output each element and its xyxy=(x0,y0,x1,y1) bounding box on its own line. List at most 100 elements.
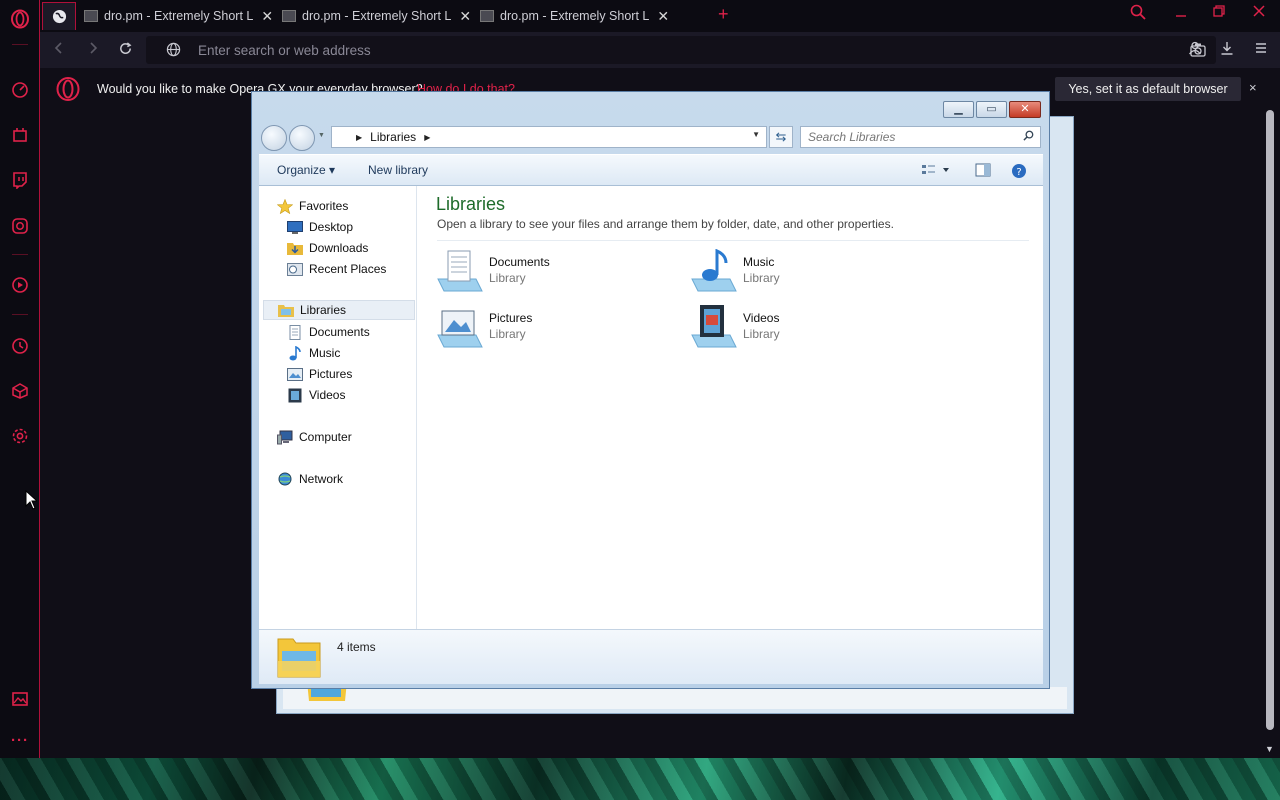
page-scrollbar[interactable]: ▼ xyxy=(1264,110,1276,758)
forward-icon[interactable] xyxy=(86,41,100,59)
tab-close-icon[interactable]: ✕ xyxy=(459,8,471,25)
address-bar xyxy=(40,32,1280,68)
help-icon[interactable]: ? xyxy=(1011,163,1027,182)
desktop-wallpaper xyxy=(0,758,1280,800)
infobar-close-icon[interactable]: × xyxy=(1249,80,1257,95)
tab-1[interactable]: dro.pm - Extremely Short L ✕ xyxy=(84,2,274,30)
search-input[interactable] xyxy=(808,130,1008,144)
back-button[interactable] xyxy=(261,125,287,151)
nav-computer[interactable]: Computer xyxy=(277,427,352,447)
address-input[interactable] xyxy=(198,42,1098,58)
tab-close-icon[interactable]: ✕ xyxy=(657,8,669,25)
gx-control-icon[interactable] xyxy=(9,79,31,101)
library-music[interactable]: Music Library xyxy=(690,248,920,299)
library-pictures[interactable]: Pictures Library xyxy=(436,305,666,355)
nav-favorites[interactable]: Favorites xyxy=(277,196,348,216)
recent-pages-dropdown-icon[interactable]: ▼ xyxy=(318,132,325,139)
library-type: Library xyxy=(489,271,526,285)
new-tab-button[interactable]: + xyxy=(718,4,729,25)
tab-search-icon[interactable] xyxy=(1130,4,1146,25)
library-type: Library xyxy=(743,271,780,285)
tab-2[interactable]: dro.pm - Extremely Short L ✕ xyxy=(282,2,472,30)
breadcrumb-chevron-icon[interactable]: ▶ xyxy=(424,133,430,142)
tab-close-icon[interactable]: ✕ xyxy=(261,8,273,25)
music-note-icon xyxy=(287,345,303,360)
nav-label: Libraries xyxy=(300,303,347,317)
twitch-icon[interactable] xyxy=(9,169,31,191)
back-icon[interactable] xyxy=(52,41,66,59)
more-icon[interactable]: ··· xyxy=(9,729,31,751)
maximize-button[interactable]: ▭ xyxy=(976,101,1007,118)
history-icon[interactable] xyxy=(9,335,31,357)
nav-music[interactable]: Music xyxy=(287,343,340,363)
nav-downloads[interactable]: Downloads xyxy=(287,238,368,258)
nav-desktop[interactable]: Desktop xyxy=(287,217,353,237)
account-icon[interactable] xyxy=(1188,41,1202,58)
set-default-browser-button[interactable]: Yes, set it as default browser xyxy=(1055,77,1241,101)
forward-button[interactable] xyxy=(289,125,315,151)
breadcrumb-libraries[interactable]: Libraries xyxy=(370,130,416,144)
page-title: Libraries xyxy=(436,194,506,214)
recent-places-icon xyxy=(287,262,303,276)
easy-setup-menu-icon[interactable] xyxy=(1254,41,1268,58)
tab-3[interactable]: dro.pm - Extremely Short L ✕ xyxy=(480,2,670,30)
opera-logo-icon xyxy=(56,77,80,106)
restore-icon[interactable] xyxy=(1212,4,1226,23)
change-view-icon[interactable] xyxy=(921,163,951,180)
settings-gear-icon[interactable] xyxy=(9,425,31,447)
new-library-button[interactable]: New library xyxy=(368,163,428,177)
tab-favicon-icon xyxy=(480,10,494,22)
sidebar-divider xyxy=(12,44,28,45)
tab-speed-dial[interactable] xyxy=(42,2,76,30)
instagram-icon[interactable] xyxy=(9,215,31,237)
scroll-down-arrow-icon[interactable]: ▼ xyxy=(1265,744,1274,754)
tab-title: dro.pm - Extremely Short L xyxy=(500,9,650,23)
nav-libraries[interactable]: Libraries xyxy=(263,300,415,320)
download-icon[interactable] xyxy=(1220,41,1234,58)
player-icon[interactable] xyxy=(9,274,31,296)
scroll-thumb[interactable] xyxy=(1266,110,1274,730)
explorer-toolbar: Organize ▾ New library ? xyxy=(259,154,1043,186)
search-box[interactable] xyxy=(800,126,1041,148)
close-button[interactable]: ✕ xyxy=(1009,101,1041,118)
explorer-nav-bar: ▼ ▶ Libraries ▶ ▼ ⇆ xyxy=(259,122,1043,152)
tab-bar: dro.pm - Extremely Short L ✕ dro.pm - Ex… xyxy=(40,0,1280,32)
library-name: Documents xyxy=(489,255,550,269)
address-dropdown-icon[interactable]: ▼ xyxy=(752,130,760,139)
nav-recent-places[interactable]: Recent Places xyxy=(287,259,386,279)
preview-pane-icon[interactable] xyxy=(975,163,991,180)
wallpaper-icon[interactable] xyxy=(9,688,31,710)
search-icon[interactable] xyxy=(1023,130,1034,144)
extensions-icon[interactable] xyxy=(9,380,31,402)
refresh-icon[interactable]: ⇆ xyxy=(769,126,793,148)
tab-title: dro.pm - Extremely Short L xyxy=(104,9,254,23)
breadcrumb[interactable]: ▶ Libraries ▶ ▼ xyxy=(331,126,767,148)
nav-documents[interactable]: Documents xyxy=(287,322,370,342)
url-box[interactable] xyxy=(146,36,1216,64)
opera-logo-icon[interactable] xyxy=(9,8,31,30)
star-icon xyxy=(277,198,293,214)
reload-icon[interactable] xyxy=(118,41,133,60)
nav-videos[interactable]: Videos xyxy=(287,385,345,405)
breadcrumb-chevron-icon[interactable]: ▶ xyxy=(356,133,362,142)
libraries-explorer-window: ▁ ▭ ✕ ▼ ▶ Libraries ▶ ▼ ⇆ Organize ▾ New… xyxy=(251,91,1050,689)
minimize-icon[interactable] xyxy=(1174,4,1188,23)
background-window-status xyxy=(283,687,1067,709)
organize-button[interactable]: Organize ▾ xyxy=(277,163,335,177)
gx-corner-icon[interactable] xyxy=(9,124,31,146)
close-window-icon[interactable] xyxy=(1252,4,1266,23)
nav-pictures[interactable]: Pictures xyxy=(287,364,352,384)
desktop-icon xyxy=(287,220,303,234)
computer-icon xyxy=(277,430,293,444)
pictures-library-icon xyxy=(436,305,484,351)
library-videos[interactable]: Videos Library xyxy=(690,305,920,355)
library-documents[interactable]: Documents Library xyxy=(436,249,666,299)
item-count: 4 items xyxy=(337,640,376,654)
divider xyxy=(437,240,1029,241)
nav-label: Desktop xyxy=(309,220,354,234)
nav-network[interactable]: Network xyxy=(277,469,343,489)
minimize-button[interactable]: ▁ xyxy=(943,101,974,118)
globe-icon xyxy=(52,9,66,24)
nav-label: Computer xyxy=(299,430,352,444)
library-type: Library xyxy=(743,327,780,341)
